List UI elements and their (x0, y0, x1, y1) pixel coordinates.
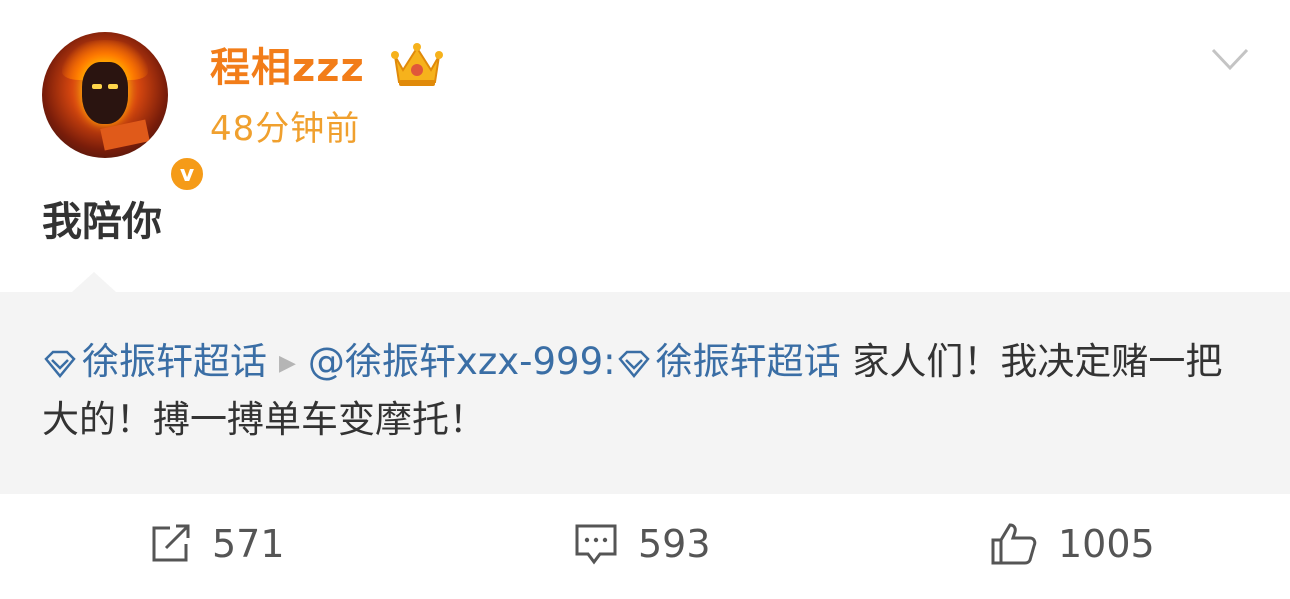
verified-v-icon: v (167, 154, 207, 194)
repost-content: 徐振轩超话 ▶ @徐振轩xzx-999: 徐振轩超话 家人们！我决定赌一把大的！搏一搏… (42, 334, 1252, 448)
topic-link-inline[interactable]: 徐振轩超话 (616, 340, 841, 383)
diamond-icon (617, 350, 650, 378)
comment-count: 593 (638, 522, 711, 566)
like-count: 1005 (1058, 522, 1155, 566)
repost-icon (152, 524, 190, 562)
action-bar: 571 593 1005 (0, 494, 1290, 599)
crown-icon (391, 43, 443, 86)
avatar-image (42, 32, 168, 158)
thumbs-up-icon (991, 523, 1037, 565)
comment-icon (575, 524, 617, 565)
diamond-icon (44, 350, 76, 378)
author-mention[interactable]: @徐振轩xzx-999: (308, 340, 616, 383)
watermark-overlay (1168, 544, 1280, 580)
username[interactable]: 程相zzz (210, 44, 365, 92)
topic-link[interactable]: 徐振轩超话 (42, 340, 267, 383)
comment-button[interactable]: 593 (574, 522, 711, 566)
repost-button[interactable]: 571 (150, 522, 285, 566)
post-text: 我陪你 (42, 199, 162, 245)
post-timestamp: 48分钟前 (210, 109, 361, 149)
repost-pointer (72, 272, 116, 292)
weibo-post-card: v 程相zzz 48分钟前 我陪你 徐振轩超话 ▶ @徐振轩xzx-999: 徐振轩超… (0, 0, 1290, 599)
arrow-separator-icon: ▶ (279, 350, 296, 376)
avatar[interactable]: v (42, 32, 207, 194)
chevron-down-icon[interactable] (1210, 44, 1250, 74)
like-button[interactable]: 1005 (990, 522, 1155, 566)
repost-count: 571 (212, 522, 285, 566)
